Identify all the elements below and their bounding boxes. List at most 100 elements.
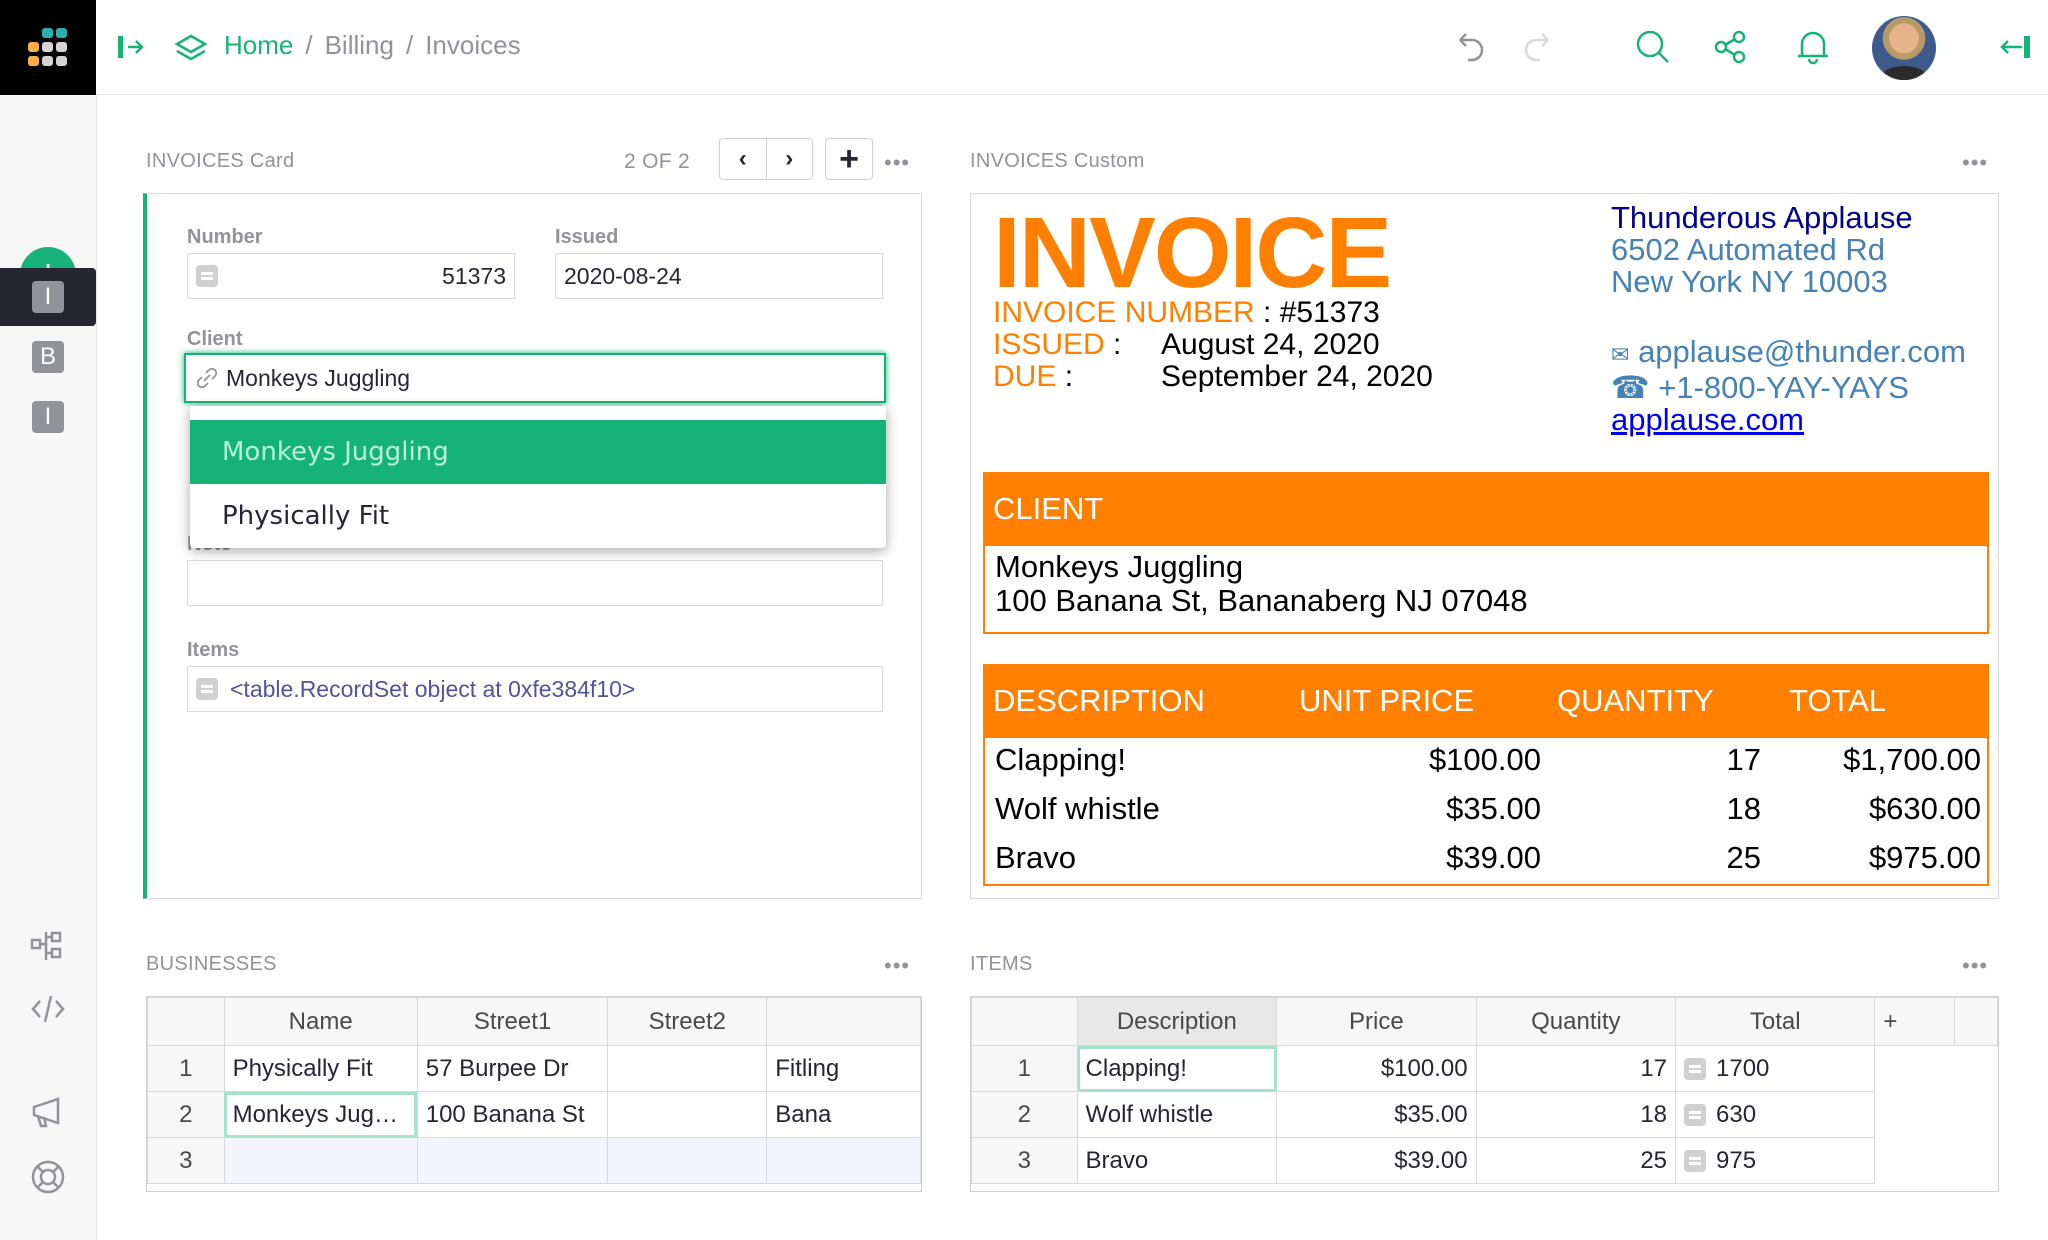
column-header-city[interactable] [766, 997, 921, 1046]
item-price: $100.00 [1428, 742, 1541, 777]
column-header-quantity[interactable]: Quantity [1475, 997, 1677, 1046]
due-value: September 24, 2020 [1161, 360, 1433, 393]
megaphone-icon[interactable] [30, 1095, 66, 1131]
cell-total[interactable]: 630 [1675, 1091, 1876, 1138]
row-number[interactable]: 1 [971, 1045, 1078, 1092]
cell-city[interactable] [766, 1137, 921, 1184]
row-number[interactable]: 2 [147, 1091, 225, 1138]
header-total: TOTAL [1789, 683, 1887, 718]
note-field[interactable] [187, 560, 883, 606]
cell-description-selected[interactable]: Clapping! [1076, 1045, 1278, 1092]
undo-icon[interactable] [1452, 28, 1490, 66]
add-column-button[interactable]: + [1874, 997, 1956, 1046]
cell-city[interactable]: Bana [766, 1091, 921, 1138]
page-item-items[interactable]: I [0, 388, 96, 446]
client-field[interactable]: Monkeys Juggling [184, 353, 886, 403]
help-lifebuoy-icon[interactable] [30, 1159, 66, 1195]
cell-description[interactable]: Wolf whistle [1076, 1091, 1278, 1138]
items-field[interactable]: <table.RecordSet object at 0xfe384f10> [187, 666, 883, 712]
total-value: 1700 [1716, 1054, 1770, 1082]
cell-price[interactable]: $39.00 [1276, 1137, 1477, 1184]
search-icon[interactable] [1634, 28, 1672, 66]
app-logo[interactable] [0, 0, 96, 95]
total-value: 975 [1716, 1146, 1757, 1174]
row-number[interactable]: 3 [147, 1137, 225, 1184]
number-field[interactable]: 51373 [187, 253, 515, 299]
collapse-panel-icon[interactable] [1996, 28, 2034, 66]
page-item-businesses[interactable]: B [0, 328, 96, 386]
cell-street1[interactable] [416, 1137, 609, 1184]
record-counter: 2 OF 2 [624, 150, 690, 173]
table-row: 3 Bravo $39.00 25 975 [971, 1137, 1998, 1184]
user-avatar[interactable] [1872, 16, 1936, 80]
row-number-header [971, 997, 1078, 1046]
share-icon[interactable] [1712, 28, 1750, 66]
items-header-row: DESCRIPTION UNIT PRICE QUANTITY TOTAL [983, 664, 1989, 738]
cell-name[interactable]: Physically Fit [223, 1045, 418, 1092]
businesses-grid: Name Street1 Street2 1 Physically Fit 57… [146, 996, 922, 1192]
cell-total[interactable]: 975 [1675, 1137, 1876, 1184]
breadcrumb-home[interactable]: Home [224, 30, 293, 61]
column-header-name[interactable]: Name [223, 997, 418, 1046]
row-number[interactable]: 2 [971, 1091, 1078, 1138]
row-number[interactable]: 3 [971, 1137, 1078, 1184]
cell-description[interactable]: Bravo [1076, 1137, 1278, 1184]
cell-total[interactable]: 1700 [1675, 1045, 1876, 1092]
cell-name-selected[interactable]: Monkeys Jug… [223, 1091, 418, 1138]
dropdown-option[interactable]: Monkeys Juggling [190, 420, 886, 484]
cell-name[interactable] [223, 1137, 418, 1184]
invoice-number-value: : #51373 [1263, 296, 1380, 329]
items-grid: Description Price Quantity Total + 1 Cla… [970, 996, 1999, 1192]
invoice-heading: INVOICE [993, 197, 1392, 309]
column-header-street1[interactable]: Street1 [416, 997, 609, 1046]
record-navigation: ‹ › [719, 138, 813, 180]
column-header-total[interactable]: Total [1675, 997, 1876, 1046]
company-email[interactable]: applause@thunder.com [1638, 334, 1966, 369]
items-menu-button[interactable]: ••• [1962, 953, 1988, 979]
expand-sidebar-icon[interactable] [116, 32, 146, 62]
row-number[interactable]: 1 [147, 1045, 225, 1092]
cell-price[interactable]: $35.00 [1276, 1091, 1477, 1138]
item-qty: 17 [1726, 742, 1761, 777]
redo-icon[interactable] [1518, 28, 1556, 66]
breadcrumb-billing[interactable]: Billing [325, 30, 394, 61]
businesses-menu-button[interactable]: ••• [884, 953, 910, 979]
table-row: 1 Clapping! $100.00 17 1700 [971, 1045, 1998, 1092]
prev-record-button[interactable]: ‹ [720, 139, 767, 179]
cell-street2[interactable] [607, 1091, 768, 1138]
cell-street1[interactable]: 100 Banana St [416, 1091, 609, 1138]
raw-data-icon[interactable] [30, 928, 66, 964]
card-menu-button[interactable]: ••• [884, 150, 910, 176]
cell-street2[interactable] [607, 1137, 768, 1184]
number-value: 51373 [442, 262, 506, 289]
bell-icon[interactable] [1794, 28, 1832, 66]
spacer-header [1954, 997, 1998, 1046]
cell-price[interactable]: $100.00 [1276, 1045, 1477, 1092]
code-view-icon[interactable] [30, 991, 66, 1027]
cell-city[interactable]: Fitling [766, 1045, 921, 1092]
invoice-item-row: Clapping! $100.00 17 $1,700.00 [985, 742, 1987, 790]
client-heading: CLIENT [983, 472, 1989, 546]
column-header-street2[interactable]: Street2 [607, 997, 768, 1046]
cell-street1[interactable]: 57 Burpee Dr [416, 1045, 609, 1092]
company-name: Thunderous Applause [1611, 200, 1913, 235]
cell-street2[interactable] [607, 1045, 768, 1092]
page-item-invoices[interactable]: I [0, 268, 96, 326]
items-label: Items [187, 639, 240, 661]
next-record-button[interactable]: › [767, 139, 813, 179]
items-body: Clapping! $100.00 17 $1,700.00 Wolf whis… [983, 738, 1989, 886]
column-header-price[interactable]: Price [1276, 997, 1477, 1046]
dropdown-option[interactable]: Physically Fit [190, 484, 886, 548]
custom-menu-button[interactable]: ••• [1962, 150, 1988, 176]
cell-quantity[interactable]: 25 [1475, 1137, 1677, 1184]
cell-quantity[interactable]: 17 [1475, 1045, 1677, 1092]
column-header-description[interactable]: Description [1076, 997, 1278, 1046]
company-website-link[interactable]: applause.com [1611, 402, 1804, 438]
header-quantity: QUANTITY [1557, 683, 1714, 718]
issued-label: Issued [555, 226, 619, 248]
page-badge: I [32, 281, 64, 313]
item-qty: 18 [1726, 791, 1761, 826]
add-record-button[interactable]: + [825, 138, 873, 180]
cell-quantity[interactable]: 18 [1475, 1091, 1677, 1138]
issued-field[interactable]: 2020-08-24 [555, 253, 883, 299]
